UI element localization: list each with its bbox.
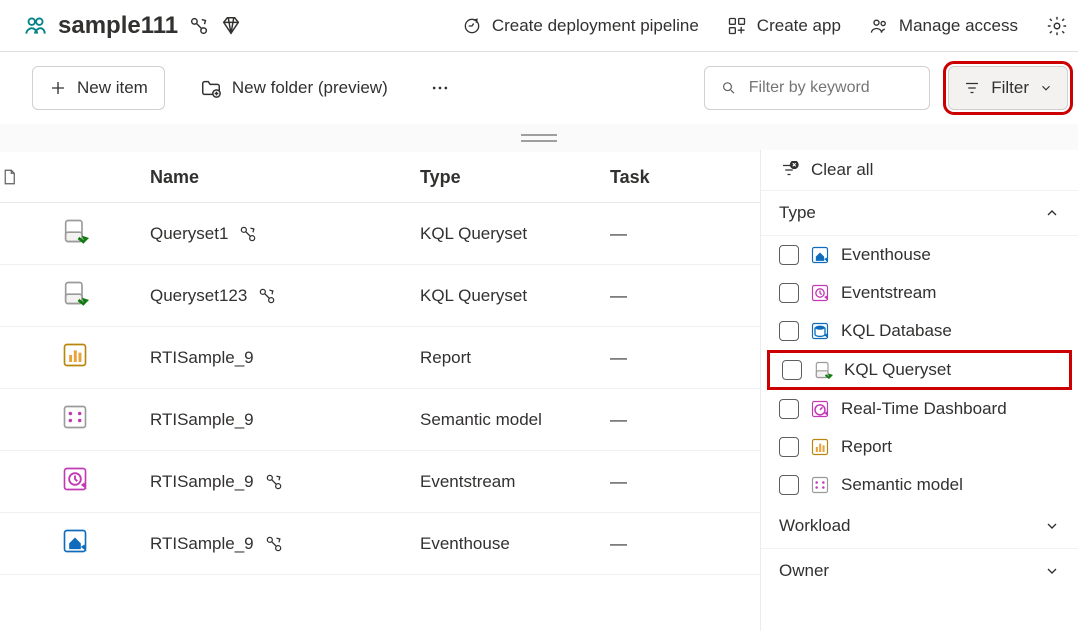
create-app-button[interactable]: Create app <box>727 16 841 36</box>
item-name-label: Queryset123 <box>150 286 247 306</box>
checkbox[interactable] <box>782 360 802 380</box>
clear-all-button[interactable]: Clear all <box>761 150 1078 191</box>
item-name-cell[interactable]: Queryset123 <box>150 265 420 327</box>
filter-option-eventstream[interactable]: Eventstream <box>761 274 1078 312</box>
item-type-label: KQL Queryset <box>420 265 610 327</box>
item-name-cell[interactable]: RTISample_9 <box>150 389 420 451</box>
item-type-icon <box>0 389 150 451</box>
file-icon <box>0 166 18 188</box>
filter-option-kql-database[interactable]: KQL Database <box>761 312 1078 350</box>
top-actions: Create deployment pipeline Create app Ma… <box>462 15 1068 37</box>
new-item-button[interactable]: New item <box>32 66 165 110</box>
search-icon <box>721 79 737 97</box>
diamond-icon[interactable] <box>220 15 242 37</box>
task-flow-icon[interactable] <box>264 472 284 492</box>
filter-section-type[interactable]: Type <box>761 191 1078 236</box>
more-button[interactable] <box>423 66 457 110</box>
clear-icon <box>779 161 799 179</box>
item-type-icon <box>0 513 150 575</box>
filter-option-report[interactable]: Report <box>761 428 1078 466</box>
item-type-label: Semantic model <box>420 389 610 451</box>
item-name-label: RTISample_9 <box>150 472 254 492</box>
queryset-icon <box>812 359 834 381</box>
item-type-icon <box>0 327 150 389</box>
item-name-label: Queryset1 <box>150 224 228 244</box>
item-type-icon <box>0 203 150 265</box>
report-icon <box>809 436 831 458</box>
checkbox[interactable] <box>779 475 799 495</box>
item-type-label: Report <box>420 327 610 389</box>
workspace-title-wrap: sample111 <box>22 12 242 40</box>
item-name-label: RTISample_9 <box>150 534 254 554</box>
eventhouse-icon <box>809 244 831 266</box>
item-type-label: Eventhouse <box>420 513 610 575</box>
create-pipeline-button[interactable]: Create deployment pipeline <box>462 16 699 36</box>
column-type-header[interactable]: Type <box>420 152 610 203</box>
filter-button[interactable]: Filter <box>948 66 1068 110</box>
checkbox[interactable] <box>779 399 799 419</box>
column-name-header[interactable]: Name <box>150 152 420 203</box>
item-name-label: RTISample_9 <box>150 410 254 430</box>
filter-panel: Clear all Type Eventhouse Eventstream KQ… <box>760 150 1078 631</box>
item-name-label: RTISample_9 <box>150 348 254 368</box>
eventstream-icon <box>809 282 831 304</box>
checkbox[interactable] <box>779 437 799 457</box>
drag-handle[interactable] <box>0 124 1078 152</box>
item-type-icon <box>0 265 150 327</box>
toolbar: New item New folder (preview) Filter <box>0 52 1078 124</box>
checkbox[interactable] <box>779 283 799 303</box>
item-name-cell[interactable]: RTISample_9 <box>150 451 420 513</box>
filter-option-semantic-model[interactable]: Semantic model <box>761 466 1078 504</box>
checkbox[interactable] <box>779 321 799 341</box>
task-flow-icon[interactable] <box>188 15 210 37</box>
workspace-title: sample111 <box>58 12 178 40</box>
item-type-label: Eventstream <box>420 451 610 513</box>
filter-option-label: KQL Queryset <box>844 360 951 380</box>
workspace-icon <box>22 13 48 39</box>
filter-option-eventhouse[interactable]: Eventhouse <box>761 236 1078 274</box>
filter-option-label: Report <box>841 437 892 457</box>
task-flow-icon[interactable] <box>257 286 277 306</box>
item-name-cell[interactable]: Queryset1 <box>150 203 420 265</box>
chevron-down-icon <box>1039 81 1053 95</box>
filter-section-workload[interactable]: Workload <box>761 504 1078 549</box>
filter-option-label: Eventhouse <box>841 245 931 265</box>
filter-option-label: Eventstream <box>841 283 936 303</box>
column-icon-header <box>0 152 150 203</box>
rtdashboard-icon <box>809 398 831 420</box>
filter-option-label: Semantic model <box>841 475 963 495</box>
filter-section-owner[interactable]: Owner <box>761 549 1078 593</box>
task-flow-icon[interactable] <box>238 224 258 244</box>
filter-option-real-time-dashboard[interactable]: Real-Time Dashboard <box>761 390 1078 428</box>
top-header: sample111 Create deployment pipeline Cre… <box>0 0 1078 52</box>
kqldb-icon <box>809 320 831 342</box>
filter-type-options: Eventhouse Eventstream KQL Database KQL … <box>761 236 1078 504</box>
filter-option-label: Real-Time Dashboard <box>841 399 1007 419</box>
filter-option-label: KQL Database <box>841 321 952 341</box>
grip-icon <box>521 134 557 142</box>
new-folder-button[interactable]: New folder (preview) <box>183 66 405 110</box>
chevron-up-icon <box>1044 205 1060 221</box>
item-type-icon <box>0 451 150 513</box>
settings-icon[interactable] <box>1046 15 1068 37</box>
item-name-cell[interactable]: RTISample_9 <box>150 327 420 389</box>
checkbox[interactable] <box>779 245 799 265</box>
search-box[interactable] <box>704 66 930 110</box>
search-input[interactable] <box>747 78 913 98</box>
filter-option-kql-queryset[interactable]: KQL Queryset <box>767 350 1072 390</box>
filter-icon <box>963 79 981 97</box>
chevron-down-icon <box>1044 518 1060 534</box>
manage-access-button[interactable]: Manage access <box>869 16 1018 36</box>
task-flow-icon[interactable] <box>264 534 284 554</box>
item-type-label: KQL Queryset <box>420 203 610 265</box>
item-name-cell[interactable]: RTISample_9 <box>150 513 420 575</box>
chevron-down-icon <box>1044 563 1060 579</box>
semantic-icon <box>809 474 831 496</box>
